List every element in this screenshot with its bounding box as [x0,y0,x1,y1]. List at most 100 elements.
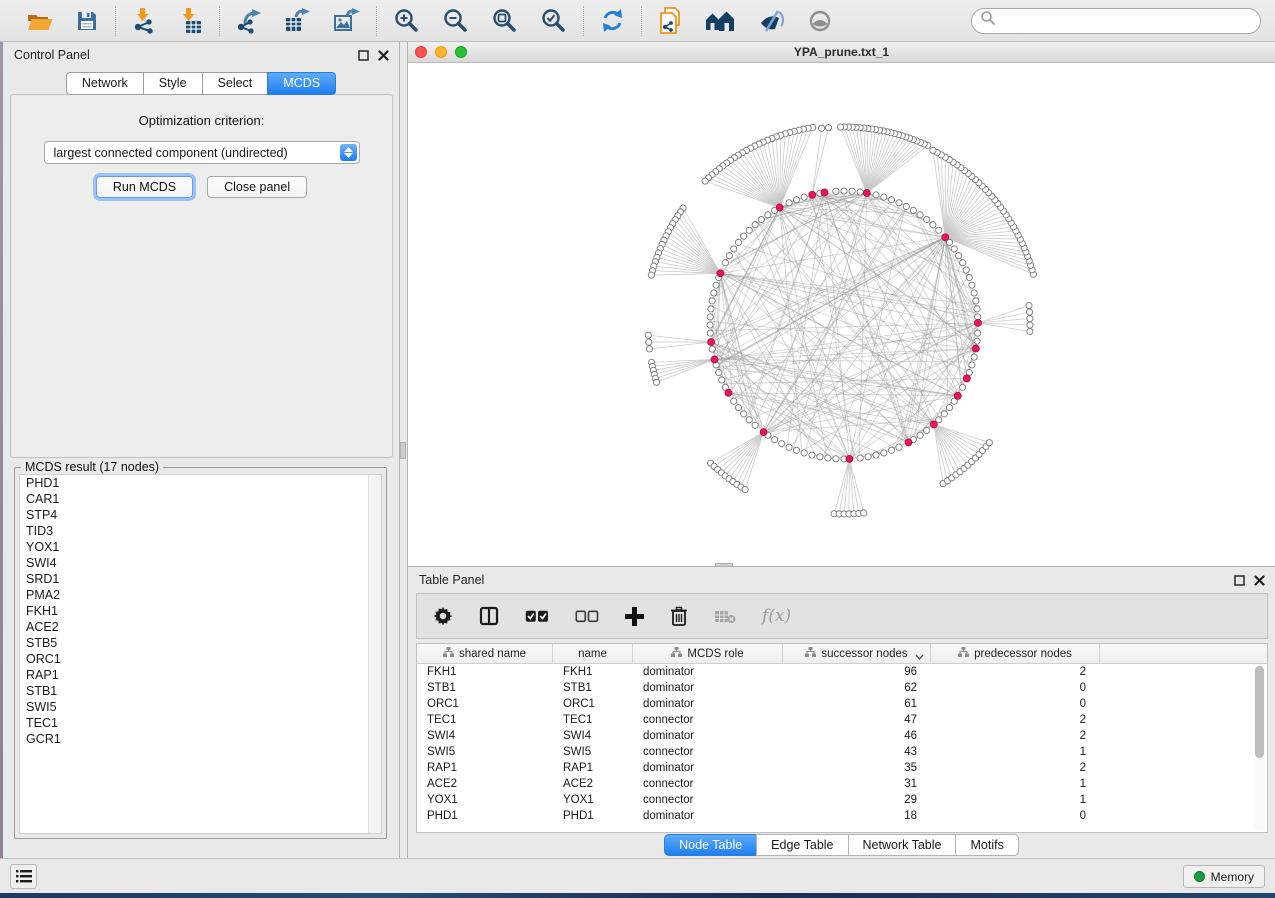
search-box[interactable] [971,8,1261,34]
main-toolbar [0,0,1275,42]
birds-eye-view-icon[interactable] [705,9,735,32]
tab-style[interactable]: Style [143,72,202,95]
zoom-in-icon[interactable] [393,7,420,34]
network-graph [408,63,1275,566]
tab-node-table[interactable]: Node Table [664,834,756,856]
column-settings-icon[interactable] [433,606,453,626]
table-cell: 62 [783,680,931,696]
mcds-result-item[interactable]: PHD1 [20,475,381,491]
tab-edge-table[interactable]: Edge Table [756,834,847,856]
mcds-list-scrollbar[interactable] [368,475,381,833]
delete-row-icon[interactable] [670,606,688,627]
close-panel-button[interactable]: Close panel [207,176,307,198]
table-row[interactable]: FKH1FKH1dominator962 [417,664,1267,680]
table-scrollbar-track[interactable] [1254,666,1265,830]
mcds-result-item[interactable]: TID3 [20,523,381,539]
mcds-result-item[interactable]: TEC1 [20,715,381,731]
table-row[interactable]: SWI5SWI5connector431 [417,744,1267,760]
import-table-from-file-icon[interactable] [178,7,203,34]
mcds-result-item[interactable]: SWI4 [20,555,381,571]
mcds-result-item[interactable]: STB1 [20,683,381,699]
export-table-icon[interactable] [284,8,311,34]
save-session-icon[interactable] [75,9,99,33]
table-cell: connector [633,744,783,760]
mcds-result-item[interactable]: SWI5 [20,699,381,715]
network-window-titlebar[interactable]: YPA_prune.txt_1 [408,42,1275,63]
tab-motifs[interactable]: Motifs [955,834,1018,856]
node-table: shared namenameMCDS rolesuccessor nodesp… [416,643,1268,833]
table-cell: SWI4 [553,728,633,744]
panel-menu-button[interactable] [10,864,37,889]
column-header-name[interactable]: name [553,644,633,663]
table-row[interactable]: ORC1ORC1dominator610 [417,696,1267,712]
select-all-checkboxes-icon[interactable] [525,610,549,623]
column-header-MCDS-role[interactable]: MCDS role [633,644,783,663]
table-row[interactable]: TEC1TEC1connector472 [417,712,1267,728]
control-panel: Control Panel NetworkStyleSelectMCDS Opt… [3,42,400,858]
table-cell: ACE2 [553,776,633,792]
mcds-result-item[interactable]: STP4 [20,507,381,523]
mcds-result-item[interactable]: ORC1 [20,651,381,667]
table-cell: 2 [931,664,1100,680]
tab-mcds[interactable]: MCDS [267,72,336,95]
table-row[interactable]: SWI4SWI4dominator462 [417,728,1267,744]
clone-network-icon[interactable] [658,7,683,34]
export-network-icon[interactable] [236,8,262,34]
mcds-result-item[interactable]: FKH1 [20,603,381,619]
table-cell: dominator [633,664,783,680]
mcds-result-item[interactable]: ACE2 [20,619,381,635]
table-scrollbar-thumb[interactable] [1255,666,1264,758]
table-cell: dominator [633,728,783,744]
table-row[interactable]: ACE2ACE2connector311 [417,776,1267,792]
deselect-all-checkboxes-icon[interactable] [575,610,599,623]
mcds-result-item[interactable]: SRD1 [20,571,381,587]
memory-status-icon [1194,871,1205,882]
mcds-result-item[interactable]: CAR1 [20,491,381,507]
refresh-view-icon[interactable] [600,8,625,33]
optimization-criterion-select[interactable]: largest connected component (undirected) [44,141,360,164]
float-table-panel-icon[interactable] [1233,574,1245,586]
column-header-shared-name[interactable]: shared name [417,644,553,663]
show-column-selector-icon[interactable] [479,606,499,626]
import-network-from-file-icon[interactable] [132,7,156,34]
network-canvas[interactable] [408,63,1275,566]
tab-network-table[interactable]: Network Table [848,834,956,856]
table-cell: 35 [783,760,931,776]
vertical-splitter-handle[interactable] [400,442,406,459]
close-table-panel-icon[interactable] [1253,574,1265,586]
mcds-result-item[interactable]: RAP1 [20,667,381,683]
table-cell: 43 [783,744,931,760]
table-row[interactable]: YOX1YOX1connector291 [417,792,1267,808]
zoom-out-icon[interactable] [442,7,469,34]
tab-network[interactable]: Network [66,72,143,95]
memory-button[interactable]: Memory [1183,865,1265,888]
run-mcds-button[interactable]: Run MCDS [96,176,193,198]
tab-select[interactable]: Select [202,72,268,95]
mcds-result-item[interactable]: YOX1 [20,539,381,555]
network-view-window: YPA_prune.txt_1 [407,42,1275,566]
add-row-icon[interactable] [625,607,644,626]
mcds-result-item[interactable]: PMA2 [20,587,381,603]
float-panel-icon[interactable] [357,49,369,61]
export-image-icon[interactable] [333,8,360,34]
show-graphics-details-icon[interactable] [807,9,833,33]
control-panel-title: Control Panel [3,48,90,62]
table-row[interactable]: STB1STB1dominator620 [417,680,1267,696]
search-input[interactable] [996,11,1260,31]
column-header-successor-nodes[interactable]: successor nodes [783,644,931,663]
column-header-predecessor-nodes[interactable]: predecessor nodes [931,644,1100,663]
hierarchy-icon [671,647,682,660]
zoom-fit-icon[interactable] [491,7,518,34]
mcds-result-item[interactable]: GCR1 [20,731,381,747]
mcds-result-list[interactable]: PHD1CAR1STP4TID3YOX1SWI4SRD1PMA2FKH1ACE2… [19,474,382,834]
open-file-icon[interactable] [26,9,53,33]
table-cell: ORC1 [417,696,553,712]
hide-graphics-details-icon[interactable] [757,9,785,33]
table-row[interactable]: PHD1PHD1dominator180 [417,808,1267,824]
function-builder-icon: f(x) [762,606,791,626]
table-cell: dominator [633,696,783,712]
zoom-selected-icon[interactable] [540,7,567,34]
close-panel-icon[interactable] [377,49,389,61]
table-row[interactable]: RAP1RAP1dominator352 [417,760,1267,776]
mcds-result-item[interactable]: STB5 [20,635,381,651]
